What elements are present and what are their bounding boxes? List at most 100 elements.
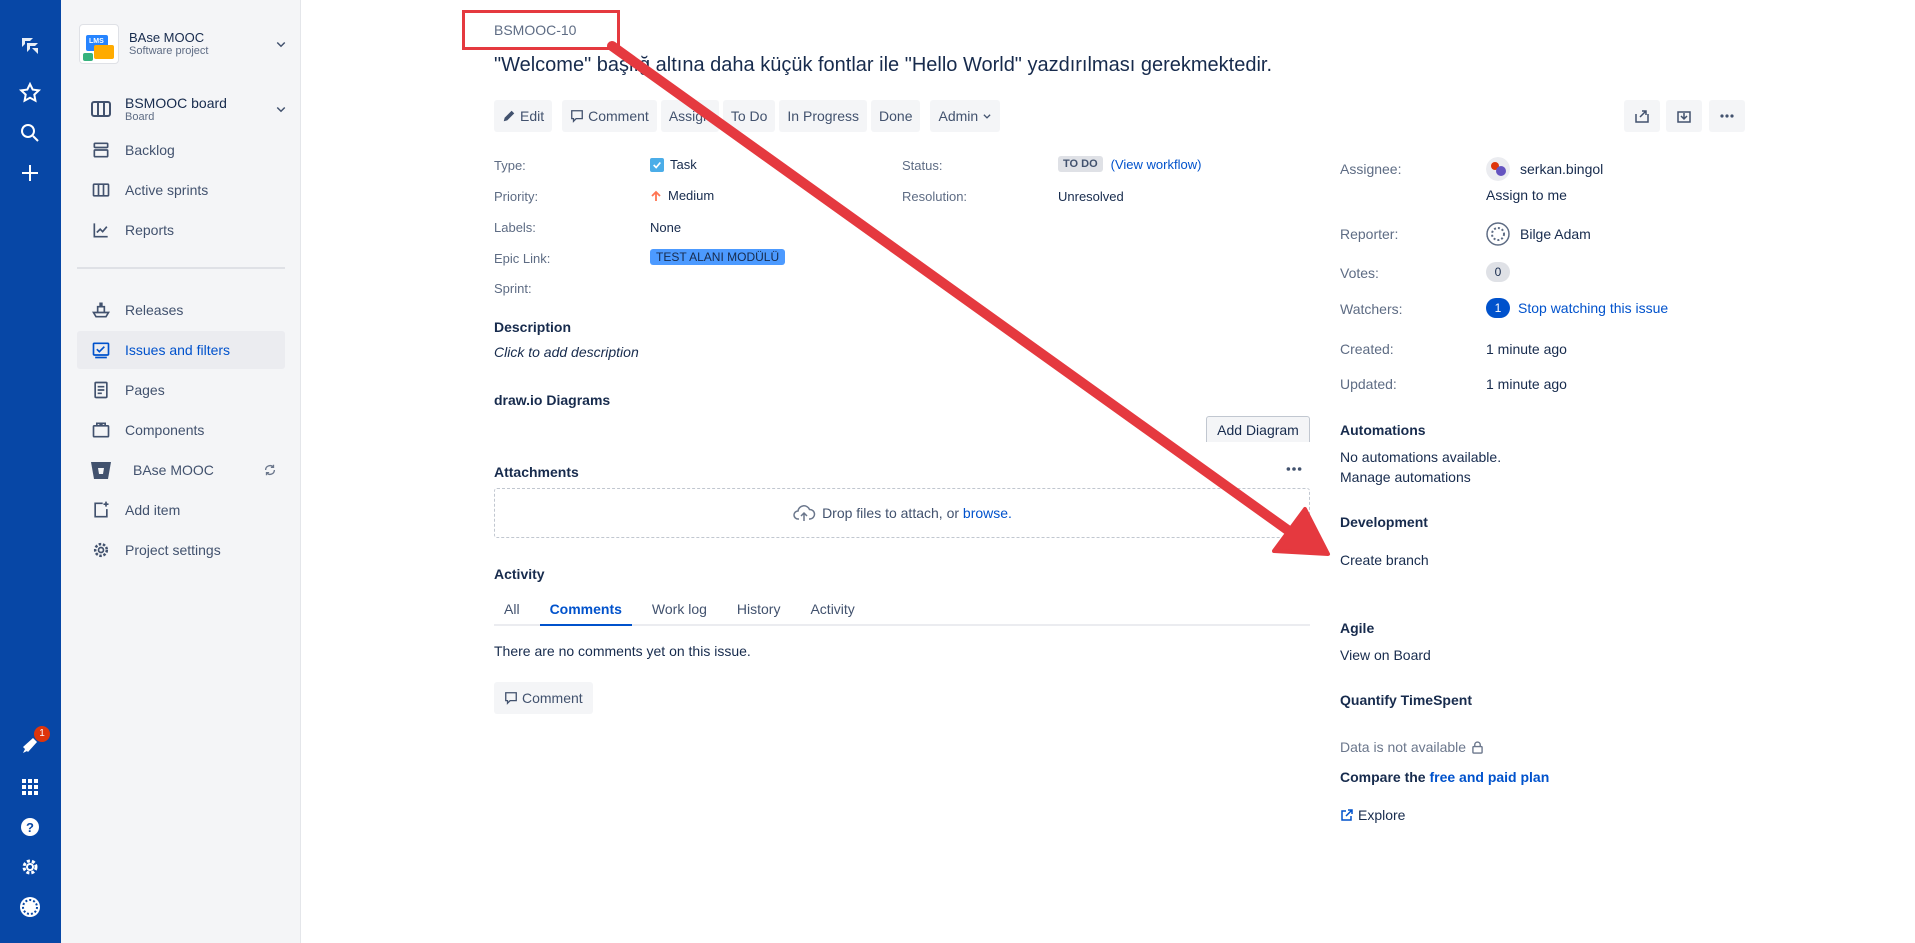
sidebar-item-label: Issues and filters xyxy=(125,342,231,358)
avatar-icon xyxy=(20,897,40,917)
edit-button[interactable]: Edit xyxy=(494,100,553,132)
question-icon: ? xyxy=(21,818,39,836)
issues-icon xyxy=(89,338,113,362)
labels-value[interactable]: None xyxy=(650,220,681,235)
browse-link[interactable]: browse. xyxy=(963,505,1012,521)
sidebar-item-label: BAse MOOC xyxy=(133,462,214,478)
tab-history[interactable]: History xyxy=(727,598,791,626)
notification-badge: 1 xyxy=(34,726,50,742)
tab-all[interactable]: All xyxy=(494,598,530,626)
avatar xyxy=(1486,222,1510,246)
search-icon[interactable] xyxy=(14,117,46,149)
automations-empty: No automations available. xyxy=(1340,449,1502,465)
view-workflow-link[interactable]: (View workflow) xyxy=(1111,157,1202,172)
app-switcher-icon[interactable] xyxy=(14,771,46,803)
attachments-more-icon[interactable] xyxy=(1282,460,1306,478)
tab-activity[interactable]: Activity xyxy=(800,598,864,626)
project-avatar: LMS xyxy=(79,24,119,64)
sidebar-item-label: Backlog xyxy=(125,142,175,158)
plus-icon xyxy=(22,165,38,181)
sidebar-item-active-sprints[interactable]: Active sprints xyxy=(77,171,285,209)
profile-avatar-icon[interactable] xyxy=(14,891,46,923)
assignee-label: Assignee: xyxy=(1340,161,1402,177)
sidebar-item-components[interactable]: Components xyxy=(77,411,285,449)
watchers-label: Watchers: xyxy=(1340,301,1403,317)
epic-lozenge[interactable]: TEST ALANI MODÜLÜ xyxy=(650,249,786,265)
project-header[interactable]: LMS BAse MOOC Software project xyxy=(79,24,289,64)
pencil-icon xyxy=(503,110,515,122)
sidebar-item-backlog[interactable]: Backlog xyxy=(77,131,285,169)
help-icon[interactable]: ? xyxy=(14,811,46,843)
create-icon[interactable] xyxy=(14,157,46,189)
add-diagram-button[interactable]: Add Diagram xyxy=(1206,416,1310,442)
explore-link[interactable]: Explore xyxy=(1340,807,1405,823)
resolution-label: Resolution: xyxy=(902,189,968,204)
sidebar-item-base-mooc-repo[interactable]: BAse MOOC xyxy=(77,451,285,489)
comment-button[interactable]: Comment xyxy=(562,100,657,132)
gear-icon xyxy=(22,859,38,875)
sidebar-item-label: Active sprints xyxy=(125,182,209,198)
votes-label: Votes: xyxy=(1340,265,1379,281)
tab-comments[interactable]: Comments xyxy=(539,598,632,626)
manage-automations-link[interactable]: Manage automations xyxy=(1340,469,1471,485)
assignee-value[interactable]: serkan.bingol xyxy=(1486,157,1603,181)
transition-done-button[interactable]: Done xyxy=(871,100,921,132)
quantify-unavailable: Data is not available xyxy=(1340,739,1483,755)
comment-icon xyxy=(571,110,584,123)
watchers-value: 1 Stop watching this issue xyxy=(1486,298,1668,318)
attachment-dropzone[interactable]: Drop files to attach, or browse. xyxy=(494,488,1310,538)
transition-in-progress-button[interactable]: In Progress xyxy=(779,100,868,132)
tab-work-log[interactable]: Work log xyxy=(642,598,717,626)
transition-todo-button[interactable]: To Do xyxy=(722,100,776,132)
issue-summary[interactable]: "Welcome" başlığ altına daha küçük fontl… xyxy=(494,54,1272,77)
backlog-icon xyxy=(89,138,113,162)
epic-link-value[interactable]: TEST ALANI MODÜLÜ xyxy=(650,249,786,265)
page-icon xyxy=(89,378,113,402)
chart-icon xyxy=(89,218,113,242)
sidebar-item-label: Add item xyxy=(125,502,181,518)
votes-value[interactable]: 0 xyxy=(1486,262,1518,282)
admin-dropdown[interactable]: Admin xyxy=(930,100,1001,132)
free-and-paid-plan-link[interactable]: free and paid plan xyxy=(1429,769,1549,785)
description-placeholder[interactable]: Click to add description xyxy=(494,344,639,360)
priority-value[interactable]: Medium xyxy=(650,188,714,203)
updated-value: 1 minute ago xyxy=(1486,376,1567,392)
chevron-down-icon[interactable] xyxy=(273,101,289,117)
stop-watching-link[interactable]: Stop watching this issue xyxy=(1518,300,1668,316)
sidebar-item-add-item[interactable]: Add item xyxy=(77,491,285,529)
chevron-down-icon xyxy=(983,114,991,119)
sidebar-item-issues-and-filters[interactable]: Issues and filters xyxy=(77,331,285,369)
sidebar-item-label: Pages xyxy=(125,382,165,398)
board-switcher[interactable]: BSMOOC board Board xyxy=(89,94,289,124)
empty-comments-message: There are no comments yet on this issue. xyxy=(494,643,751,659)
board-name: BSMOOC board xyxy=(125,95,227,111)
sidebar-item-reports[interactable]: Reports xyxy=(77,211,285,249)
add-page-icon xyxy=(89,498,113,522)
create-branch-link[interactable]: Create branch xyxy=(1340,552,1429,568)
export-button[interactable] xyxy=(1666,100,1702,132)
notifications-icon[interactable]: 1 xyxy=(14,726,50,761)
global-navigation: 1 ? xyxy=(0,0,61,943)
assign-to-me-link[interactable]: Assign to me xyxy=(1486,187,1567,203)
arrow-up-icon xyxy=(651,190,661,201)
sidebar-item-project-settings[interactable]: Project settings xyxy=(77,531,285,569)
add-comment-button[interactable]: Comment xyxy=(494,682,593,714)
status-label: Status: xyxy=(902,158,943,173)
type-value[interactable]: Task xyxy=(650,157,697,172)
sidebar-item-label: Components xyxy=(125,422,205,438)
sidebar-item-releases[interactable]: Releases xyxy=(77,291,285,329)
description-heading: Description xyxy=(494,319,572,335)
reporter-value[interactable]: Bilge Adam xyxy=(1486,222,1591,246)
jira-logo-icon[interactable] xyxy=(14,30,46,62)
star-icon[interactable] xyxy=(14,77,46,109)
chevron-down-icon[interactable] xyxy=(273,36,289,52)
watchers-count-badge[interactable]: 1 xyxy=(1486,298,1510,318)
more-actions-button[interactable] xyxy=(1709,100,1745,132)
share-button[interactable] xyxy=(1624,100,1660,132)
assign-button[interactable]: Assign xyxy=(660,100,719,132)
issue-key-link[interactable]: BSMOOC-10 xyxy=(494,22,576,38)
agile-heading: Agile xyxy=(1340,620,1375,636)
view-on-board-link[interactable]: View on Board xyxy=(1340,647,1431,663)
sidebar-item-pages[interactable]: Pages xyxy=(77,371,285,409)
settings-icon[interactable] xyxy=(14,851,46,883)
